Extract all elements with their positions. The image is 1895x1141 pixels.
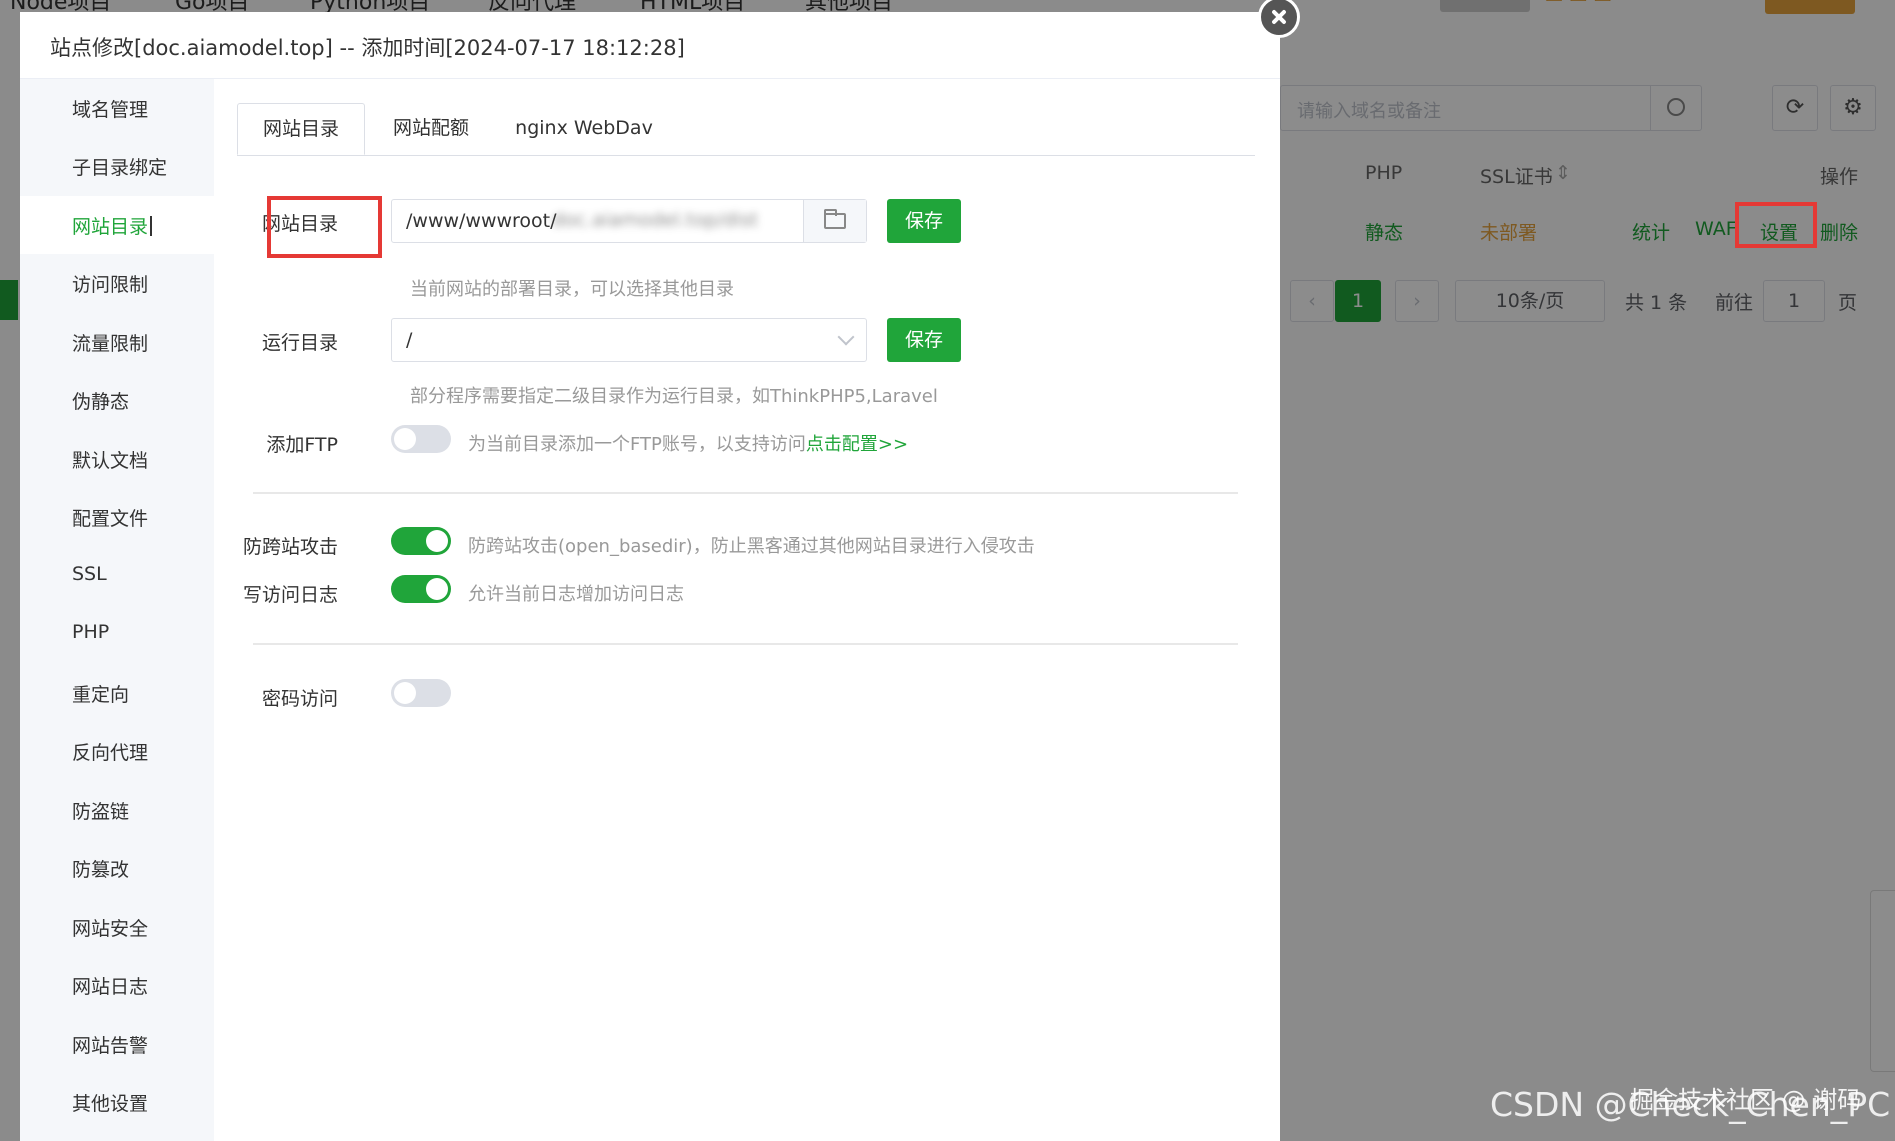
sidebar-item-reverse-proxy[interactable]: 反向代理	[20, 722, 214, 780]
modal-sidebar: 域名管理 子目录绑定 网站目录 访问限制 流量限制 伪静态 默认文档 配置文件 …	[20, 79, 214, 1141]
juejin-watermark: 掘金技术社区 @ 谢码	[1630, 1086, 1862, 1114]
access-log-label: 写访问日志	[242, 584, 338, 606]
anti-cross-toggle[interactable]	[391, 527, 451, 555]
modal-header: 站点修改[doc.aiamodel.top] -- 添加时间[2024-07-1…	[20, 12, 1280, 79]
sidebar-item-other-settings[interactable]: 其他设置	[20, 1073, 214, 1131]
site-dir-value: /www/wwwroot/	[406, 210, 557, 232]
run-dir-hint: 部分程序需要指定二级目录作为运行目录，如ThinkPHP5,Laravel	[410, 386, 938, 407]
sidebar-item-site-log[interactable]: 网站日志	[20, 956, 214, 1014]
tab-bar: 网站目录 网站配额 nginx WebDav	[237, 103, 1255, 156]
site-dir-hint: 当前网站的部署目录，可以选择其他目录	[410, 279, 734, 300]
chevron-down-icon	[837, 328, 855, 346]
tab-webdav[interactable]: nginx WebDav	[499, 103, 669, 155]
password-access-toggle[interactable]	[391, 679, 451, 707]
site-edit-modal: 站点修改[doc.aiamodel.top] -- 添加时间[2024-07-1…	[20, 0, 1300, 1141]
sidebar-item-site-alert[interactable]: 网站告警	[20, 1015, 214, 1073]
sidebar-item-subdir[interactable]: 子目录绑定	[20, 137, 214, 195]
sidebar-item-security[interactable]: 网站安全	[20, 898, 214, 956]
anti-cross-hint: 防跨站攻击(open_basedir)，防止黑客通过其他网站目录进行入侵攻击	[468, 536, 1035, 557]
divider-2	[253, 643, 1238, 645]
folder-icon[interactable]	[803, 200, 866, 242]
site-dir-value-blurred: doc.aiamodel.top/dist	[552, 209, 759, 231]
run-dir-label: 运行目录	[261, 332, 338, 354]
modal-title: 站点修改[doc.aiamodel.top] -- 添加时间[2024-07-1…	[50, 36, 685, 60]
sidebar-item-redirect[interactable]: 重定向	[20, 664, 214, 722]
anti-cross-label: 防跨站攻击	[242, 536, 338, 558]
sidebar-item-rewrite[interactable]: 伪静态	[20, 371, 214, 429]
highlight-site-dir-label	[267, 196, 382, 258]
ftp-config-link[interactable]: 点击配置>>	[806, 434, 908, 455]
site-dir-input[interactable]: /www/wwwroot/ doc.aiamodel.top/dist	[391, 199, 867, 243]
ftp-label: 添加FTP	[266, 434, 338, 456]
access-log-hint: 允许当前日志增加访问日志	[468, 584, 684, 605]
sidebar-item-config-file[interactable]: 配置文件	[20, 488, 214, 546]
sidebar-item-access-limit[interactable]: 访问限制	[20, 254, 214, 312]
sidebar-item-domain[interactable]: 域名管理	[20, 79, 214, 137]
run-dir-select[interactable]: /	[391, 318, 867, 362]
run-dir-value: /	[406, 329, 413, 351]
ftp-toggle[interactable]	[391, 425, 451, 453]
tab-site-dir[interactable]: 网站目录	[237, 103, 365, 155]
highlight-settings-link	[1735, 202, 1817, 248]
password-access-label: 密码访问	[261, 688, 338, 710]
sidebar-item-default-doc[interactable]: 默认文档	[20, 430, 214, 488]
sidebar-item-hotlink[interactable]: 防盗链	[20, 781, 214, 839]
access-log-toggle[interactable]	[391, 575, 451, 603]
ftp-hint: 为当前目录添加一个FTP账号，以支持访问点击配置>>	[468, 434, 909, 455]
site-dir-save-button[interactable]: 保存	[887, 199, 961, 243]
sidebar-item-ssl[interactable]: SSL	[20, 547, 214, 605]
modal-content: 网站目录 网站配额 nginx WebDav 网站目录 /www/wwwroot…	[215, 79, 1280, 1141]
tab-site-quota[interactable]: 网站配额	[367, 103, 495, 155]
sidebar-item-tamper[interactable]: 防篡改	[20, 839, 214, 897]
sidebar-item-site-dir[interactable]: 网站目录	[20, 196, 214, 254]
run-dir-save-button[interactable]: 保存	[887, 318, 961, 362]
sidebar-item-php[interactable]: PHP	[20, 605, 214, 663]
divider-1	[253, 492, 1238, 494]
sidebar-item-traffic-limit[interactable]: 流量限制	[20, 313, 214, 371]
